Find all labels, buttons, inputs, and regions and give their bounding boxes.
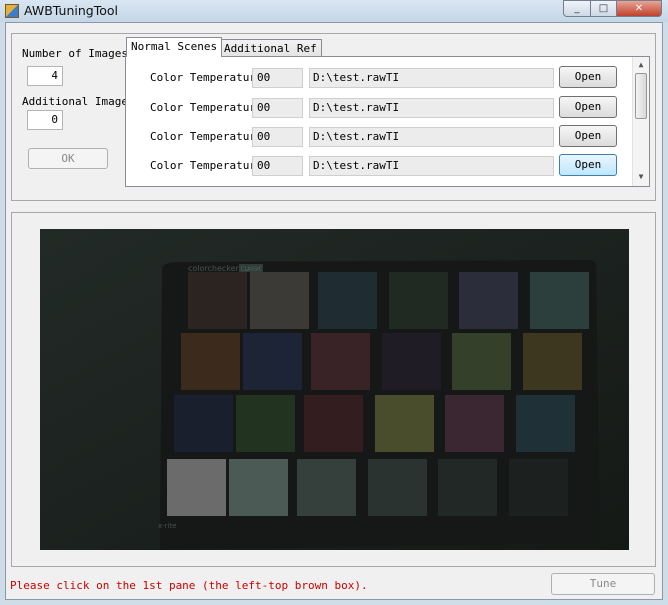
color-patch[interactable] [318, 272, 377, 329]
color-checker-svg[interactable]: colorchecker CLASSIC x-rite [40, 229, 629, 550]
minimize-button[interactable]: _ [563, 0, 591, 17]
tab-additional-ref[interactable]: Additional Ref [219, 39, 322, 57]
color-patch[interactable] [375, 395, 434, 452]
status-message: Please click on the 1st pane (the left-t… [10, 579, 368, 592]
card-logo-text: x-rite [158, 522, 177, 530]
color-patch[interactable] [311, 333, 370, 390]
settings-group: Number of Images 4 Additional Images : 0… [11, 33, 656, 201]
color-temperature-field[interactable]: 00 [252, 68, 303, 88]
color-patch[interactable] [523, 333, 582, 390]
color-patch[interactable] [438, 459, 497, 516]
open-button[interactable]: Open [559, 154, 617, 176]
color-patch[interactable] [236, 395, 295, 452]
scene-row: Color Temperature : 00 D:\test.rawTI Ope… [126, 96, 617, 120]
scroll-down-icon[interactable]: ▼ [633, 169, 649, 185]
tab-normal-scenes[interactable]: Normal Scenes [126, 37, 223, 57]
color-patch[interactable] [304, 395, 363, 452]
number-of-images-field[interactable]: 4 [27, 66, 63, 86]
color-patch[interactable] [516, 395, 575, 452]
open-button[interactable]: Open [559, 125, 617, 147]
main-window-client: Number of Images 4 Additional Images : 0… [5, 22, 663, 600]
color-temperature-field[interactable]: 00 [252, 127, 303, 147]
file-path-field[interactable]: D:\test.rawTI [309, 68, 554, 88]
normal-scenes-page: Color Temperature : 00 D:\test.rawTI Ope… [125, 56, 650, 187]
color-patch[interactable] [167, 459, 226, 516]
close-button[interactable]: ✕ [616, 0, 662, 17]
color-patch[interactable] [174, 395, 233, 452]
maximize-button[interactable]: □ [590, 0, 617, 17]
file-path-field[interactable]: D:\test.rawTI [309, 127, 554, 147]
title-bar: AWBTuningTool _ □ ✕ [0, 0, 668, 22]
color-patch[interactable] [445, 395, 504, 452]
color-temperature-field[interactable]: 00 [252, 156, 303, 176]
color-patch[interactable] [368, 459, 427, 516]
color-patch[interactable] [459, 272, 518, 329]
app-icon [5, 4, 19, 18]
color-patch[interactable] [452, 333, 511, 390]
additional-images-field[interactable]: 0 [27, 110, 63, 130]
color-patch[interactable] [389, 272, 448, 329]
scroll-thumb[interactable] [635, 73, 647, 119]
scene-row: Color Temperature : 00 D:\test.rawTI Ope… [126, 154, 617, 178]
file-path-field[interactable]: D:\test.rawTI [309, 98, 554, 118]
color-patch[interactable] [530, 272, 589, 329]
color-patch[interactable] [229, 459, 288, 516]
number-of-images-label: Number of Images [22, 47, 128, 60]
color-patch[interactable] [382, 333, 441, 390]
window-title: AWBTuningTool [24, 3, 118, 18]
tune-button[interactable]: Tune [551, 573, 655, 595]
card-brand-text: colorchecker [188, 264, 240, 273]
color-temperature-field[interactable]: 00 [252, 98, 303, 118]
color-patch[interactable] [243, 333, 302, 390]
color-patch[interactable] [250, 272, 309, 329]
open-button[interactable]: Open [559, 96, 617, 118]
open-button[interactable]: Open [559, 66, 617, 88]
file-path-field[interactable]: D:\test.rawTI [309, 156, 554, 176]
scroll-up-icon[interactable]: ▲ [633, 57, 649, 73]
color-patch[interactable] [181, 333, 240, 390]
color-patch[interactable] [509, 459, 568, 516]
color-patch[interactable] [188, 272, 247, 329]
card-brand-badge-text: CLASSIC [241, 267, 263, 273]
color-patch[interactable] [297, 459, 356, 516]
scene-row: Color Temperature : 00 D:\test.rawTI Ope… [126, 66, 617, 90]
vertical-scrollbar[interactable]: ▲ ▼ [632, 57, 649, 186]
scene-row: Color Temperature : 00 D:\test.rawTI Ope… [126, 125, 617, 149]
ok-button[interactable]: OK [28, 148, 108, 169]
color-checker-image[interactable]: colorchecker CLASSIC x-rite [40, 229, 629, 550]
